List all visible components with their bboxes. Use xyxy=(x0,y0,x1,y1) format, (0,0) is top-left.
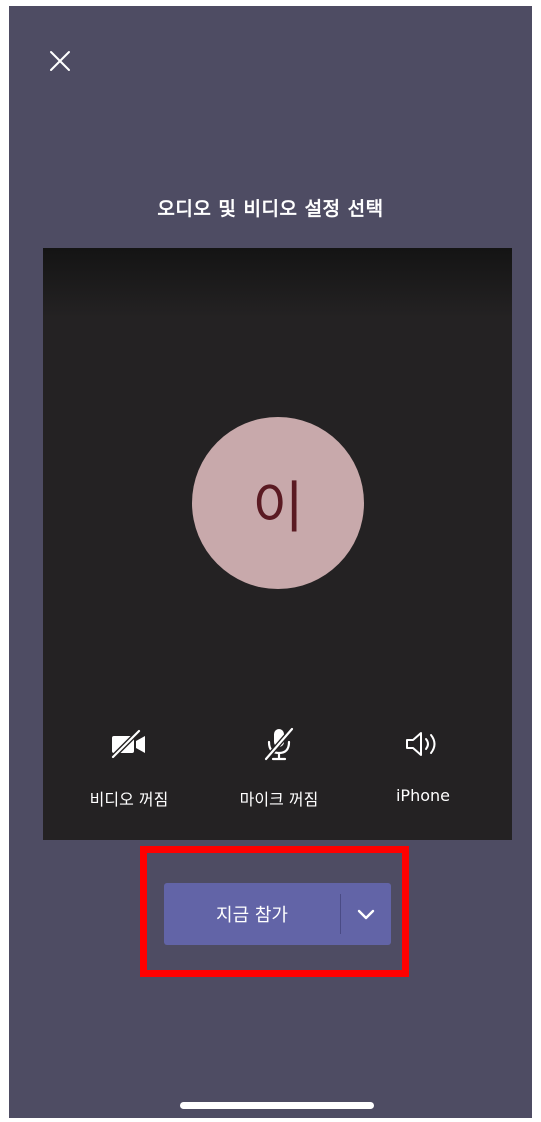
device-controls: 비디오 꺼짐 마이크 꺼짐 iPhone xyxy=(43,724,512,824)
video-preview: 이 비디오 꺼짐 마이크 꺼짐 iPhone xyxy=(43,248,512,840)
avatar: 이 xyxy=(192,417,364,589)
chevron-down-icon xyxy=(357,909,375,920)
close-button[interactable] xyxy=(45,46,75,76)
audio-device-label: iPhone xyxy=(395,786,450,805)
mic-off-icon xyxy=(264,727,294,761)
avatar-initial: 이 xyxy=(252,475,304,541)
speaker-icon xyxy=(406,732,436,756)
page-title: 오디오 및 비디오 설정 선택 xyxy=(157,198,384,220)
join-now-button[interactable]: 지금 참가 xyxy=(164,883,340,945)
home-indicator[interactable] xyxy=(180,1102,374,1109)
video-status-label: 비디오 꺼짐 xyxy=(89,790,169,809)
mic-status-label: 마이크 꺼짐 xyxy=(239,790,319,809)
video-toggle-button[interactable]: 비디오 꺼짐 xyxy=(59,724,199,810)
close-icon xyxy=(50,51,70,71)
join-options-dropdown[interactable] xyxy=(341,883,391,945)
join-now-label: 지금 참가 xyxy=(216,905,288,926)
app-screen: 오디오 및 비디오 설정 선택 이 비디오 꺼짐 마이크 꺼짐 iPhone 지… xyxy=(9,6,532,1118)
video-off-icon xyxy=(111,729,145,759)
join-button-group: 지금 참가 xyxy=(164,883,391,945)
mic-toggle-button[interactable]: 마이크 꺼짐 xyxy=(209,724,349,810)
speaker-button[interactable]: iPhone xyxy=(353,724,493,805)
